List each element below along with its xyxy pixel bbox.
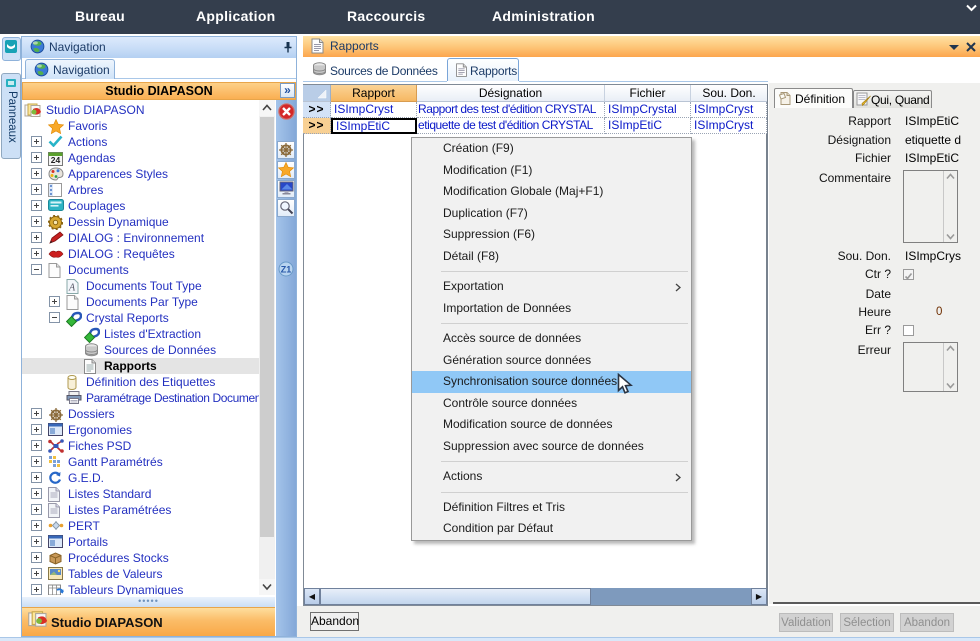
svg-text:24: 24 [51, 155, 61, 165]
svg-text:A: A [68, 282, 76, 293]
svg-text:Z1: Z1 [281, 265, 292, 275]
